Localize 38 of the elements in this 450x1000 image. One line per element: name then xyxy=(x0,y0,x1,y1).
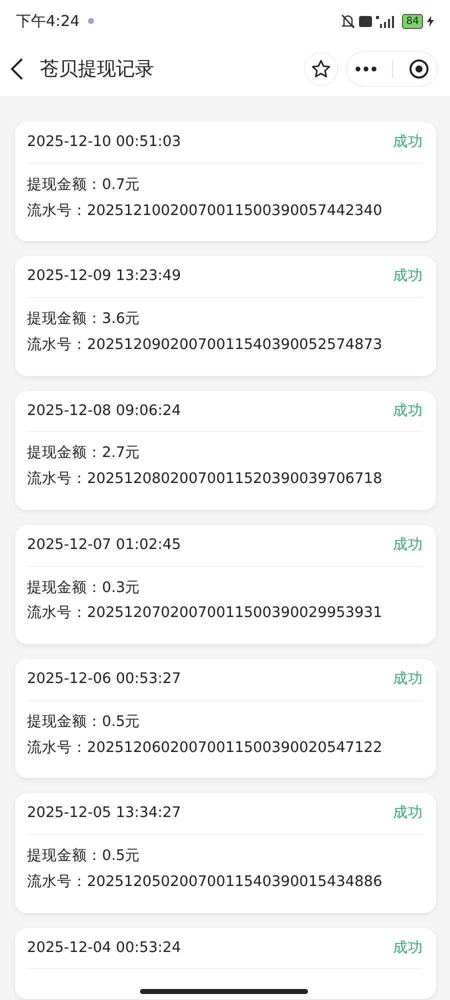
amount-line: 提现金额：0.5元 xyxy=(27,846,142,866)
more-icon[interactable] xyxy=(354,66,377,72)
record-status: 成功 xyxy=(393,267,423,286)
record-status: 成功 xyxy=(393,670,423,689)
serial-number-line: 流水号：20251210020070011500390057442340 xyxy=(27,202,384,220)
record-datetime: 2025-12-09 13:23:49 xyxy=(27,267,181,286)
record-datetime: 2025-12-08 09:06:24 xyxy=(27,402,181,420)
serial-number-line: 流水号：20251208020070011520390039706718 xyxy=(27,470,384,489)
serial-number-line: 流水号：20251206020070011500390020547122 xyxy=(27,738,384,758)
amount-line: 提现金额：0.5元 xyxy=(27,712,142,732)
serial-number-line: 流水号：20251207020070011500390029953931 xyxy=(27,604,384,624)
serial-number-line: 流水号：20251205020070011540390015434886 xyxy=(27,872,384,892)
record-datetime: 2025-12-06 00:53:27 xyxy=(27,670,181,689)
page-title: 苍贝提现记录 xyxy=(40,56,154,82)
record-datetime: 2025-12-10 00:51:03 xyxy=(27,133,181,152)
record-datetime: 2025-12-05 13:34:27 xyxy=(27,804,181,824)
muted-bell-icon xyxy=(341,14,356,28)
star-icon xyxy=(311,59,331,79)
notification-dot-icon xyxy=(88,18,94,24)
record-status: 成功 xyxy=(393,536,423,555)
status-time: 下午4:24 xyxy=(16,10,80,32)
amount-line: 提现金额：3.6元 xyxy=(27,310,142,329)
record-datetime: 2025-12-04 00:53:24 xyxy=(27,938,181,958)
charging-icon xyxy=(427,16,434,26)
amount-line: 提现金额：0.7元 xyxy=(27,176,142,195)
amount-line: 提现金额：2.7元 xyxy=(27,444,142,464)
favorite-button[interactable] xyxy=(304,52,338,86)
record-status: 成功 xyxy=(393,133,423,152)
record-status: 成功 xyxy=(393,402,423,420)
back-icon[interactable] xyxy=(10,58,24,80)
close-miniprogram-icon[interactable] xyxy=(409,59,430,79)
record-status: 成功 xyxy=(393,804,423,824)
record-status: 成功 xyxy=(393,938,423,958)
hd-icon xyxy=(359,16,372,26)
battery-level: 84 xyxy=(402,14,423,28)
serial-number-line: 流水号：20251209020070011540390052574873 xyxy=(27,336,384,355)
record-datetime: 2025-12-07 01:02:45 xyxy=(27,536,181,555)
amount-line: 提现金额：0.3元 xyxy=(27,578,142,598)
